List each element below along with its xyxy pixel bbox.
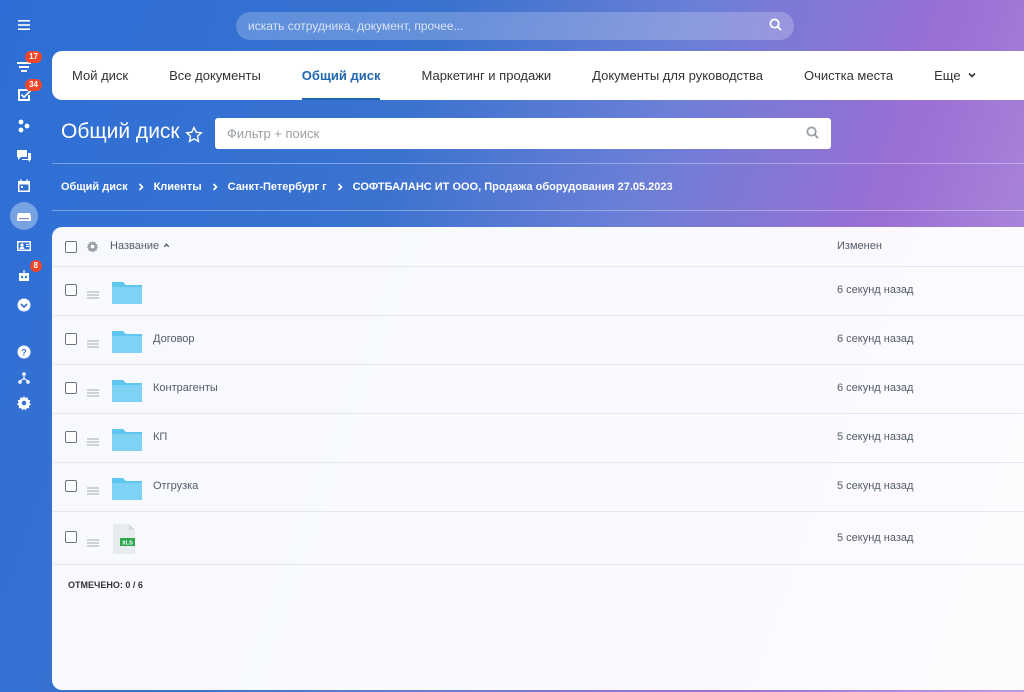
table-row[interactable]: КП 5 секунд назад [52, 414, 1024, 463]
column-header-name-label: Название [110, 240, 160, 252]
calendar-icon[interactable] [10, 172, 38, 200]
tasks-icon[interactable]: 34 [10, 79, 42, 109]
feed-icon[interactable]: 17 [10, 51, 42, 81]
drag-handle-icon[interactable] [87, 434, 99, 446]
global-search[interactable] [236, 12, 794, 40]
robot-icon[interactable]: 8 [10, 260, 42, 290]
column-header-name[interactable]: Название [110, 240, 170, 252]
row-modified: 5 секунд назад [837, 480, 914, 492]
left-rail: 17 34 8 ? [0, 0, 48, 692]
folder-icon [111, 475, 143, 501]
tab-cleanup[interactable]: Очистка места [804, 51, 893, 100]
robot-badge: 8 [29, 260, 42, 272]
settings-icon[interactable] [10, 389, 38, 417]
xls-file-icon: XLS [112, 523, 136, 555]
drag-handle-icon[interactable] [87, 483, 99, 495]
menu-icon[interactable] [10, 11, 38, 39]
more-icon[interactable] [10, 291, 38, 319]
global-search-input[interactable] [248, 19, 769, 33]
tab-management-documents[interactable]: Документы для руководства [592, 51, 763, 100]
tab-more-label: Еще [934, 68, 961, 83]
filter-search-icon[interactable] [806, 125, 819, 142]
folder-icon [111, 279, 143, 305]
breadcrumb-item[interactable]: СОФТБАЛАНС ИТ ООО, Продажа оборудования … [353, 181, 673, 193]
row-modified: 6 секунд назад [837, 382, 914, 394]
crm-icon[interactable] [10, 112, 38, 140]
tab-more[interactable]: Еще [934, 51, 976, 100]
tab-all-documents[interactable]: Все документы [169, 51, 261, 100]
table-row[interactable]: Договор 6 секунд назад [52, 316, 1024, 365]
breadcrumb-item[interactable]: Санкт-Петербург г [228, 181, 327, 193]
sort-asc-icon [163, 240, 170, 252]
selected-count: ОТМЕЧЕНО: 0 / 6 [68, 580, 143, 590]
drag-handle-icon[interactable] [87, 535, 99, 547]
row-modified: 6 секунд назад [837, 284, 914, 296]
row-name[interactable]: КП [153, 431, 167, 443]
tasks-badge: 34 [25, 79, 42, 91]
row-checkbox[interactable] [65, 480, 77, 492]
drag-handle-icon[interactable] [87, 385, 99, 397]
table-header: Название Изменен [52, 227, 1024, 267]
star-icon[interactable] [184, 125, 204, 145]
divider [52, 163, 1024, 164]
folder-icon [111, 328, 143, 354]
gear-icon[interactable] [86, 240, 99, 253]
row-modified: 6 секунд назад [837, 333, 914, 345]
page-title: Общий диск [61, 120, 180, 143]
drag-handle-icon[interactable] [87, 287, 99, 299]
row-checkbox[interactable] [65, 431, 77, 443]
drive-tabs: Мой диск Все документы Общий диск Маркет… [52, 51, 1024, 100]
row-checkbox[interactable] [65, 382, 77, 394]
column-header-modified[interactable]: Изменен [837, 240, 882, 252]
tab-marketing-sales[interactable]: Маркетинг и продажи [421, 51, 551, 100]
breadcrumb-item[interactable]: Клиенты [154, 181, 202, 193]
table-row[interactable]: Отгрузка 5 секунд назад [52, 463, 1024, 512]
row-checkbox[interactable] [65, 284, 77, 296]
row-name[interactable]: Контрагенты [153, 382, 218, 394]
table-row[interactable]: XLS 5 секунд назад [52, 512, 1024, 565]
folder-icon [111, 377, 143, 403]
file-type-label: XLS [122, 540, 133, 546]
row-checkbox[interactable] [65, 333, 77, 345]
table-row[interactable]: 6 секунд назад [52, 267, 1024, 316]
breadcrumb: Общий диск Клиенты Санкт-Петербург г СОФ… [61, 181, 673, 193]
folder-icon [111, 426, 143, 452]
select-all-checkbox[interactable] [65, 241, 77, 253]
breadcrumb-item[interactable]: Общий диск [61, 181, 128, 193]
contacts-icon[interactable] [10, 232, 38, 260]
tab-my-drive[interactable]: Мой диск [72, 51, 128, 100]
row-checkbox[interactable] [65, 531, 77, 543]
chevron-down-icon [967, 68, 977, 83]
tab-shared-drive[interactable]: Общий диск [301, 51, 380, 100]
search-icon[interactable] [769, 18, 782, 34]
drag-handle-icon[interactable] [87, 336, 99, 348]
chevron-right-icon [211, 183, 219, 191]
structure-icon[interactable] [10, 364, 38, 392]
divider [52, 210, 1024, 211]
row-modified: 5 секунд назад [837, 532, 914, 544]
drive-icon[interactable] [10, 202, 38, 230]
row-name[interactable]: Договор [153, 333, 195, 345]
filter-search[interactable] [215, 118, 831, 149]
file-list-panel: Название Изменен 6 секунд назад Договор … [52, 227, 1024, 690]
row-modified: 5 секунд назад [837, 431, 914, 443]
svg-text:?: ? [21, 348, 27, 358]
row-name[interactable]: Отгрузка [153, 480, 198, 492]
feed-badge: 17 [25, 51, 42, 63]
table-row[interactable]: Контрагенты 6 секунд назад [52, 365, 1024, 414]
help-icon[interactable]: ? [10, 338, 38, 366]
chat-icon[interactable] [10, 142, 38, 170]
chevron-right-icon [137, 183, 145, 191]
chevron-right-icon [336, 183, 344, 191]
filter-search-input[interactable] [227, 126, 806, 141]
